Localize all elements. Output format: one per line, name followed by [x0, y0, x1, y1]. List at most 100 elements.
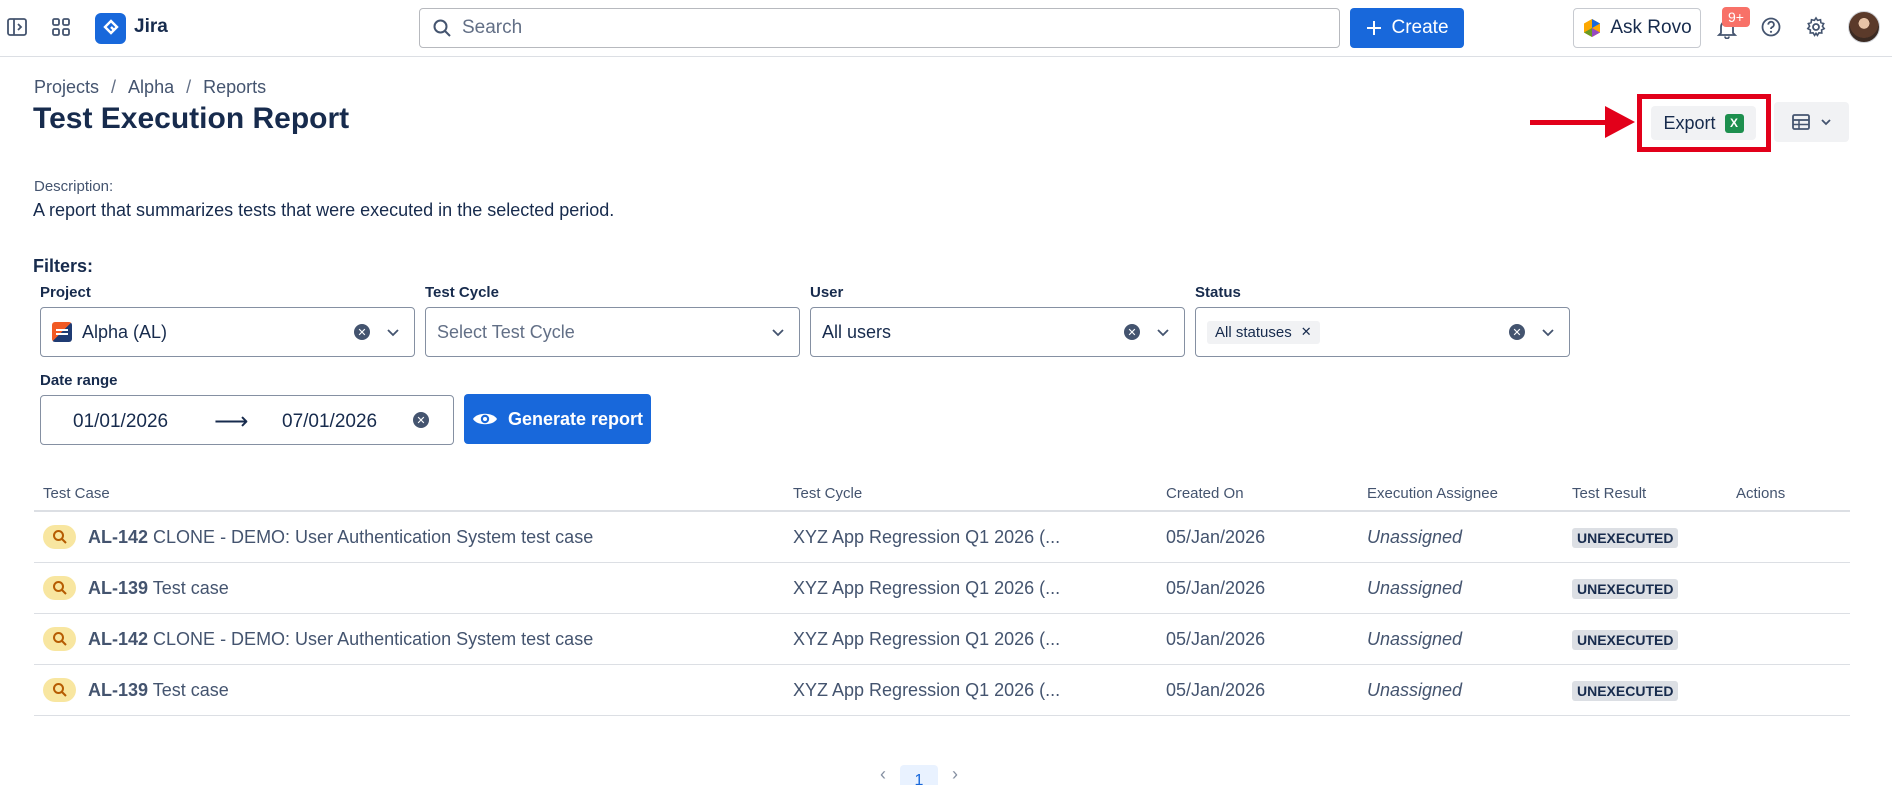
test-cycle-cell[interactable]: XYZ App Regression Q1 2026 (...	[793, 680, 1060, 701]
end-date-input[interactable]: 07/01/2026	[282, 411, 377, 433]
test-case-summary[interactable]: Test case	[153, 680, 229, 700]
breadcrumb-separator: /	[111, 77, 117, 97]
project-avatar-icon	[52, 322, 72, 342]
global-search[interactable]	[419, 8, 1340, 48]
project-select-value: Alpha (AL)	[82, 321, 168, 342]
assignee-cell: Unassigned	[1367, 527, 1463, 547]
breadcrumb-alpha[interactable]: Alpha	[128, 77, 174, 98]
test-result-badge: UNEXECUTED	[1572, 528, 1679, 548]
pagination: ‹ 1 ›	[880, 764, 958, 785]
test-cycle-select[interactable]: Select Test Cycle	[425, 307, 800, 357]
status-tag-label: All statuses	[1215, 323, 1292, 341]
table-view-button[interactable]	[1774, 102, 1849, 142]
column-header-execution-assignee[interactable]: Execution Assignee	[1367, 485, 1498, 502]
user-select[interactable]: All users ✕	[810, 307, 1185, 357]
table-row[interactable]: AL-142 CLONE - DEMO: User Authentication…	[34, 614, 1850, 665]
next-page-icon[interactable]: ›	[952, 764, 958, 785]
test-case-summary[interactable]: CLONE - DEMO: User Authentication System…	[153, 527, 593, 547]
remove-tag-icon[interactable]: ✕	[1301, 324, 1312, 340]
chevron-down-icon[interactable]	[384, 323, 402, 341]
assignee-cell: Unassigned	[1367, 629, 1463, 649]
table-row[interactable]: AL-142 CLONE - DEMO: User Authentication…	[34, 512, 1850, 563]
clear-user-icon[interactable]: ✕	[1124, 324, 1140, 340]
page-button[interactable]: 1	[900, 765, 938, 785]
date-range-label: Date range	[40, 372, 118, 389]
test-case-key[interactable]: AL-142	[88, 527, 148, 547]
created-on-cell: 05/Jan/2026	[1166, 527, 1266, 547]
created-on-cell: 05/Jan/2026	[1166, 680, 1266, 700]
chevron-down-icon[interactable]	[769, 323, 787, 341]
annotation-highlight-box	[1637, 94, 1771, 152]
table-icon	[1791, 114, 1810, 130]
status-select[interactable]: All statuses ✕ ✕	[1195, 307, 1570, 357]
description-label: Description:	[34, 178, 114, 195]
app-name[interactable]: Jira	[134, 16, 168, 38]
clear-date-icon[interactable]: ✕	[413, 412, 429, 428]
ask-rovo-button[interactable]: Ask Rovo	[1573, 8, 1701, 48]
test-cycle-filter-label: Test Cycle	[425, 284, 499, 301]
avatar[interactable]	[1848, 11, 1880, 43]
start-date-input[interactable]: 01/01/2026	[73, 411, 168, 433]
test-case-key[interactable]: AL-142	[88, 629, 148, 649]
column-header-test-case[interactable]: Test Case	[43, 485, 110, 502]
create-button[interactable]: Create	[1350, 8, 1464, 48]
test-case-search-icon	[43, 678, 76, 702]
app-switcher-icon[interactable]	[47, 13, 75, 41]
test-result-badge: UNEXECUTED	[1572, 579, 1679, 599]
test-cycle-cell[interactable]: XYZ App Regression Q1 2026 (...	[793, 629, 1060, 650]
breadcrumb: Projects / Alpha / Reports	[34, 77, 266, 98]
test-case-key[interactable]: AL-139	[88, 680, 148, 700]
arrow-right-icon: ⟶	[214, 408, 249, 435]
test-case-summary[interactable]: CLONE - DEMO: User Authentication System…	[153, 629, 593, 649]
project-select[interactable]: Alpha (AL) ✕	[40, 307, 415, 357]
description-text: A report that summarizes tests that were…	[33, 200, 615, 220]
column-header-created-on[interactable]: Created On	[1166, 485, 1244, 502]
test-cycle-cell[interactable]: XYZ App Regression Q1 2026 (...	[793, 578, 1060, 599]
generate-report-label: Generate report	[507, 408, 644, 429]
test-execution-table: Test Case Test Cycle Created On Executio…	[34, 478, 1850, 716]
annotation-arrow-head	[1605, 106, 1635, 138]
status-filter-label: Status	[1195, 284, 1241, 301]
previous-page-icon[interactable]: ‹	[880, 764, 886, 785]
jira-logo-icon[interactable]	[95, 13, 126, 44]
assignee-cell: Unassigned	[1367, 578, 1463, 598]
project-filter-label: Project	[40, 284, 91, 301]
table-row[interactable]: AL-139 Test case XYZ App Regression Q1 2…	[34, 665, 1850, 716]
test-cycle-cell[interactable]: XYZ App Regression Q1 2026 (...	[793, 527, 1060, 548]
test-case-search-icon	[43, 627, 76, 651]
table-body: AL-142 CLONE - DEMO: User Authentication…	[34, 512, 1850, 716]
test-case-cell[interactable]: AL-139 Test case	[88, 578, 229, 599]
created-on-cell: 05/Jan/2026	[1166, 578, 1266, 598]
help-icon[interactable]	[1757, 13, 1785, 41]
created-on-cell: 05/Jan/2026	[1166, 629, 1266, 649]
create-button-label: Create	[1391, 17, 1449, 38]
gear-icon[interactable]	[1802, 13, 1830, 41]
breadcrumb-projects[interactable]: Projects	[34, 77, 99, 98]
sidebar-toggle-icon[interactable]	[3, 13, 31, 41]
notification-badge: 9+	[1722, 7, 1750, 27]
column-header-test-result[interactable]: Test Result	[1572, 485, 1646, 502]
date-range-picker[interactable]: 01/01/2026 ⟶ 07/01/2026 ✕	[40, 395, 454, 445]
assignee-cell: Unassigned	[1367, 680, 1463, 700]
user-filter-label: User	[810, 284, 844, 301]
breadcrumb-reports[interactable]: Reports	[203, 77, 266, 98]
column-header-test-cycle[interactable]: Test Cycle	[793, 485, 862, 502]
clear-status-icon[interactable]: ✕	[1509, 324, 1525, 340]
filters-label: Filters:	[33, 256, 94, 276]
test-case-summary[interactable]: Test case	[153, 578, 229, 598]
chevron-down-icon[interactable]	[1154, 323, 1172, 341]
annotation-arrow-shaft	[1530, 120, 1610, 125]
test-case-cell[interactable]: AL-142 CLONE - DEMO: User Authentication…	[88, 527, 593, 548]
test-case-cell[interactable]: AL-139 Test case	[88, 680, 229, 701]
test-case-key[interactable]: AL-139	[88, 578, 148, 598]
test-case-search-icon	[43, 576, 76, 600]
search-input[interactable]	[462, 17, 1322, 39]
test-case-cell[interactable]: AL-142 CLONE - DEMO: User Authentication…	[88, 629, 593, 650]
eye-icon	[472, 413, 497, 425]
table-row[interactable]: AL-139 Test case XYZ App Regression Q1 2…	[34, 563, 1850, 614]
generate-report-button[interactable]: Generate report	[464, 394, 651, 444]
plus-icon	[1367, 21, 1382, 35]
clear-project-icon[interactable]: ✕	[354, 324, 370, 340]
top-navigation: Jira Create Ask Rovo 9+	[0, 0, 1892, 57]
chevron-down-icon[interactable]	[1539, 323, 1557, 341]
